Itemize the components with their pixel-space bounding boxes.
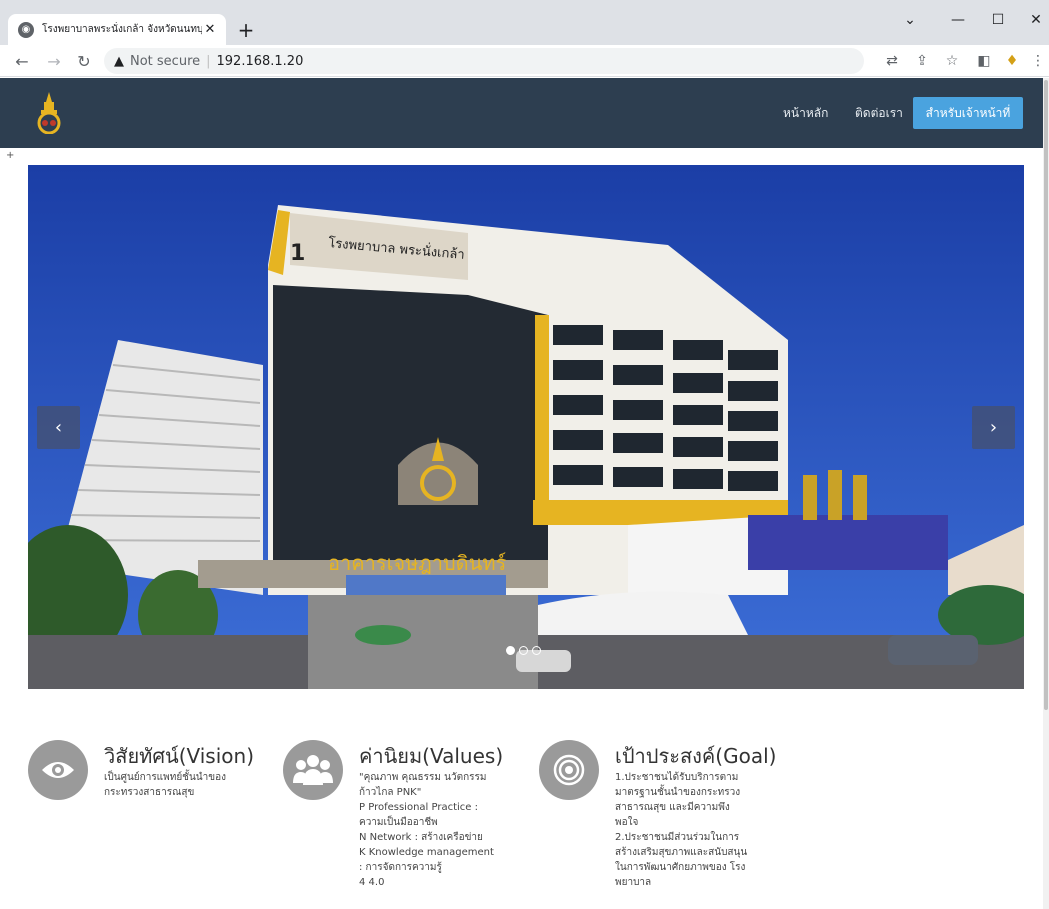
bookmark-star-icon[interactable]: ☆	[940, 49, 964, 73]
carousel-indicator-1[interactable]	[506, 646, 515, 655]
browser-tabstrip: ◉ โรงพยาบาลพระนั่งเกล้า จังหวัดนนทบุรี ✕…	[0, 0, 1049, 45]
globe-icon: ◉	[18, 21, 34, 38]
tab-close-icon[interactable]: ✕	[202, 22, 218, 38]
nav-contact-link[interactable]: ติดต่อเรา	[855, 78, 903, 148]
values-title: ค่านิยม(Values)	[359, 744, 504, 768]
carousel-prev-button[interactable]: ‹	[37, 406, 80, 449]
building-number: 1	[290, 241, 305, 266]
address-bar[interactable]: ▲ Not secure | 192.168.1.20	[104, 48, 864, 74]
extension-icon[interactable]: ♦	[1000, 49, 1024, 73]
goal-line: มาตรฐานชั้นนำของกระทรวง	[615, 787, 741, 798]
minimize-button[interactable]: —	[946, 8, 970, 32]
forward-arrow-icon[interactable]: →	[42, 49, 66, 73]
plus-mark: +	[6, 150, 15, 161]
translate-icon[interactable]: ⇄	[880, 49, 904, 73]
values-line: 4 4.0	[359, 877, 385, 888]
vision-title: วิสัยทัศน์(Vision)	[104, 744, 254, 768]
url-text: 192.168.1.20	[216, 53, 304, 69]
site-navbar: หน้าหลัก ติดต่อเรา สำหรับเจ้าหน้าที่	[0, 78, 1049, 148]
vision-section: วิสัยทัศน์(Vision) เป็นศูนย์การแพทย์ชั้น…	[28, 740, 268, 909]
goal-line: สร้างเสริมสุขภาพและสนับสนุน	[615, 847, 748, 858]
carousel-indicators	[506, 646, 541, 655]
goal-line: พยาบาล	[615, 877, 652, 888]
carousel-indicator-2[interactable]	[519, 646, 528, 655]
window-close-button[interactable]: ✕	[1024, 8, 1048, 32]
not-secure-label: Not secure	[130, 53, 201, 69]
goal-title: เป้าประสงค์(Goal)	[615, 744, 777, 768]
menu-dots-icon[interactable]: ⋮	[1026, 49, 1049, 73]
goal-line: สาธารณสุข และมีความพึง	[615, 802, 730, 813]
users-group-icon	[293, 755, 333, 785]
goal-line: 2.ประชาชนมีส่วนร่วมในการ	[615, 832, 740, 843]
browser-toolbar: ← → ↻ ▲ Not secure | 192.168.1.20 ⇄ ⇪ ☆ …	[0, 45, 1049, 77]
vision-text: เป็นศูนย์การแพทย์ชั้นนำของ กระทรวงสาธารณ…	[104, 770, 274, 800]
values-line: K Knowledge management	[359, 847, 494, 858]
hero-carousel: โรงพยาบาล พระนั่งเกล้า 1 อาคารเจษฎาบดินท…	[28, 165, 1024, 689]
values-line: P Professional Practice :	[359, 802, 478, 813]
maximize-button[interactable]: ☐	[986, 8, 1010, 32]
goal-circle	[539, 740, 599, 800]
values-line: ความเป็นมืออาชีพ	[359, 817, 438, 828]
share-icon[interactable]: ⇪	[910, 49, 934, 73]
hospital-logo[interactable]	[34, 92, 64, 134]
values-circle	[283, 740, 343, 800]
values-line: "คุณภาพ คุณธรรม นวัตกรรม	[359, 772, 487, 783]
reload-icon[interactable]: ↻	[72, 49, 96, 73]
goal-section: เป้าประสงค์(Goal) 1.ประชาชนได้รับบริการต…	[539, 740, 779, 909]
goal-text: 1.ประชาชนได้รับบริการตาม มาตรฐานชั้นนำขอ…	[615, 770, 785, 890]
goal-line: พอใจ	[615, 817, 639, 828]
page-scrollbar-thumb[interactable]	[1044, 80, 1048, 710]
values-section: ค่านิยม(Values) "คุณภาพ คุณธรรม นวัตกรรม…	[283, 740, 523, 909]
values-line: : การจัดการความรู้	[359, 862, 442, 873]
goal-line: ในการพัฒนาศักยภาพของ โรง	[615, 862, 746, 873]
goal-line: 1.ประชาชนได้รับบริการตาม	[615, 772, 739, 783]
carousel-next-button[interactable]: ›	[972, 406, 1015, 449]
back-arrow-icon[interactable]: ←	[10, 49, 34, 73]
staff-button[interactable]: สำหรับเจ้าหน้าที่	[913, 97, 1023, 129]
side-panel-icon[interactable]: ◧	[972, 49, 996, 73]
values-line: ก้าวไกล PNK"	[359, 787, 422, 798]
nav-home-link[interactable]: หน้าหลัก	[783, 78, 828, 148]
new-tab-button[interactable]: +	[234, 18, 258, 42]
target-icon	[553, 754, 585, 786]
tab-title: โรงพยาบาลพระนั่งเกล้า จังหวัดนนทบุรี	[42, 24, 202, 35]
eye-icon	[42, 762, 74, 778]
tab-search-chevron-icon[interactable]: ⌄	[898, 8, 922, 32]
warning-triangle-icon: ▲	[114, 53, 124, 69]
vision-circle	[28, 740, 88, 800]
carousel-indicator-3[interactable]	[532, 646, 541, 655]
values-text: "คุณภาพ คุณธรรม นวัตกรรม ก้าวไกล PNK" P …	[359, 770, 529, 890]
browser-tab[interactable]: ◉ โรงพยาบาลพระนั่งเกล้า จังหวัดนนทบุรี ✕	[8, 14, 226, 45]
vision-line: เป็นศูนย์การแพทย์ชั้นนำของ	[104, 772, 226, 783]
vision-line: กระทรวงสาธารณสุข	[104, 787, 195, 798]
hospital-building-photo: โรงพยาบาล พระนั่งเกล้า 1 อาคารเจษฎาบดินท…	[28, 165, 1024, 689]
building-sign-main: อาคารเจษฎาบดินทร์	[328, 551, 507, 575]
omnibox-divider: |	[206, 53, 211, 69]
values-line: N Network : สร้างเครือข่าย	[359, 832, 483, 843]
